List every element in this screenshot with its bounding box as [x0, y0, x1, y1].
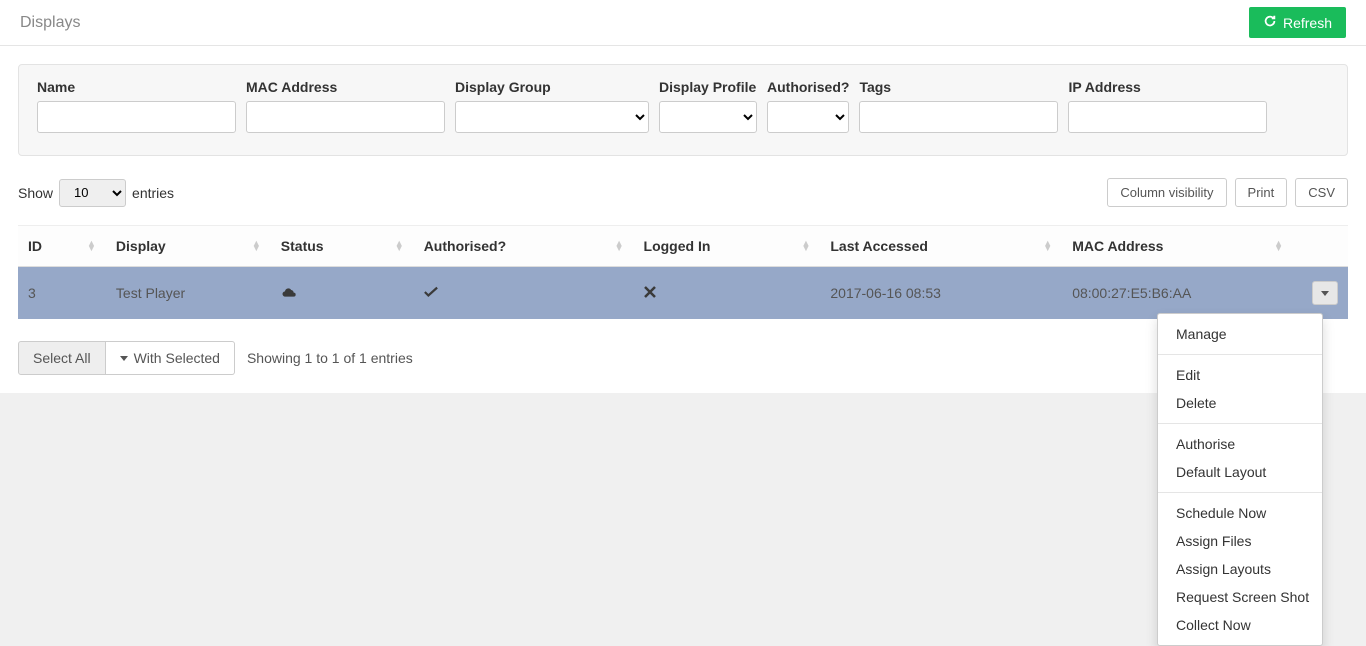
name-input[interactable] — [37, 101, 236, 133]
filter-group-label: Display Group — [455, 79, 649, 95]
filter-group: Display Group — [455, 79, 649, 133]
menu-collect-now[interactable]: Collect Now — [1158, 611, 1322, 639]
sort-icon: ▲▼ — [801, 241, 810, 251]
table-controls: Show 10 entries Column visibility Print … — [18, 178, 1348, 207]
col-logged-in[interactable]: Logged In▲▼ — [634, 226, 821, 267]
print-button[interactable]: Print — [1235, 178, 1288, 207]
col-status[interactable]: Status▲▼ — [271, 226, 414, 267]
sort-icon: ▲▼ — [87, 241, 96, 251]
table-header-row: ID▲▼ Display▲▼ Status▲▼ Authorised?▲▼ Lo… — [18, 226, 1348, 267]
topbar: Displays Refresh — [0, 0, 1366, 46]
menu-request-screenshot[interactable]: Request Screen Shot — [1158, 583, 1322, 611]
sort-icon: ▲▼ — [615, 241, 624, 251]
x-icon — [644, 285, 656, 301]
cloud-icon — [281, 285, 297, 301]
filter-ip-label: IP Address — [1068, 79, 1267, 95]
display-group-select[interactable] — [455, 101, 649, 133]
refresh-icon — [1263, 14, 1277, 31]
menu-assign-files[interactable]: Assign Files — [1158, 527, 1322, 555]
displays-table: ID▲▼ Display▲▼ Status▲▼ Authorised?▲▼ Lo… — [18, 225, 1348, 319]
col-menu — [1293, 226, 1348, 267]
sort-icon: ▲▼ — [252, 241, 261, 251]
cell-logged-in — [634, 267, 821, 320]
menu-divider — [1158, 423, 1322, 424]
refresh-label: Refresh — [1283, 15, 1332, 31]
table-footer: Select All With Selected Showing 1 to 1 … — [18, 341, 1348, 375]
caret-down-icon — [120, 356, 128, 361]
authorised-select[interactable] — [767, 101, 849, 133]
col-id[interactable]: ID▲▼ — [18, 226, 106, 267]
refresh-button[interactable]: Refresh — [1249, 7, 1346, 38]
menu-manage[interactable]: Manage — [1158, 320, 1322, 348]
with-selected-label: With Selected — [134, 350, 220, 366]
col-display[interactable]: Display▲▼ — [106, 226, 271, 267]
mac-input[interactable] — [246, 101, 445, 133]
show-label-post: entries — [132, 185, 174, 201]
filter-name-label: Name — [37, 79, 236, 95]
cell-mac: 08:00:27:E5:B6:AA — [1062, 267, 1293, 320]
table-row[interactable]: 3 Test Player 2017-06-16 — [18, 267, 1348, 320]
row-menu-button[interactable] — [1312, 281, 1338, 305]
select-all-button[interactable]: Select All — [18, 341, 106, 375]
cell-last-accessed: 2017-06-16 08:53 — [820, 267, 1062, 320]
filter-panel: Name MAC Address Display Group Display P… — [18, 64, 1348, 156]
show-entries: Show 10 entries — [18, 179, 174, 207]
filter-authorised-label: Authorised? — [767, 79, 849, 95]
cell-display: Test Player — [106, 267, 271, 320]
filter-mac: MAC Address — [246, 79, 445, 133]
table-buttons: Column visibility Print CSV — [1107, 178, 1348, 207]
page-title: Displays — [20, 14, 80, 32]
sort-icon: ▲▼ — [395, 241, 404, 251]
column-visibility-button[interactable]: Column visibility — [1107, 178, 1226, 207]
cell-authorised — [414, 267, 634, 320]
check-icon — [424, 285, 438, 301]
sort-icon: ▲▼ — [1043, 241, 1052, 251]
menu-divider — [1158, 492, 1322, 493]
menu-default-layout[interactable]: Default Layout — [1158, 458, 1322, 486]
menu-edit[interactable]: Edit — [1158, 361, 1322, 389]
col-mac[interactable]: MAC Address▲▼ — [1062, 226, 1293, 267]
filter-ip: IP Address — [1068, 79, 1267, 133]
menu-schedule-now[interactable]: Schedule Now — [1158, 499, 1322, 527]
tags-input[interactable] — [859, 101, 1058, 133]
ip-input[interactable] — [1068, 101, 1267, 133]
page-size-select[interactable]: 10 — [59, 179, 126, 207]
menu-authorise[interactable]: Authorise — [1158, 430, 1322, 458]
caret-down-icon — [1321, 291, 1329, 296]
menu-assign-layouts[interactable]: Assign Layouts — [1158, 555, 1322, 583]
col-last-accessed[interactable]: Last Accessed▲▼ — [820, 226, 1062, 267]
filter-authorised: Authorised? — [767, 79, 849, 133]
cell-menu — [1293, 267, 1348, 320]
cell-status — [271, 267, 414, 320]
csv-button[interactable]: CSV — [1295, 178, 1348, 207]
filter-profile-label: Display Profile — [659, 79, 757, 95]
with-selected-button[interactable]: With Selected — [106, 341, 235, 375]
filter-tags: Tags — [859, 79, 1058, 133]
row-dropdown-menu: Manage Edit Delete Authorise Default Lay… — [1157, 313, 1323, 646]
col-authorised[interactable]: Authorised?▲▼ — [414, 226, 634, 267]
filter-mac-label: MAC Address — [246, 79, 445, 95]
selection-buttons: Select All With Selected — [18, 341, 235, 375]
menu-divider — [1158, 354, 1322, 355]
entries-summary: Showing 1 to 1 of 1 entries — [247, 350, 413, 366]
filter-profile: Display Profile — [659, 79, 757, 133]
menu-delete[interactable]: Delete — [1158, 389, 1322, 417]
display-profile-select[interactable] — [659, 101, 757, 133]
cell-id: 3 — [18, 267, 106, 320]
filter-tags-label: Tags — [859, 79, 1058, 95]
show-label-pre: Show — [18, 185, 53, 201]
filter-name: Name — [37, 79, 236, 133]
sort-icon: ▲▼ — [1274, 241, 1283, 251]
